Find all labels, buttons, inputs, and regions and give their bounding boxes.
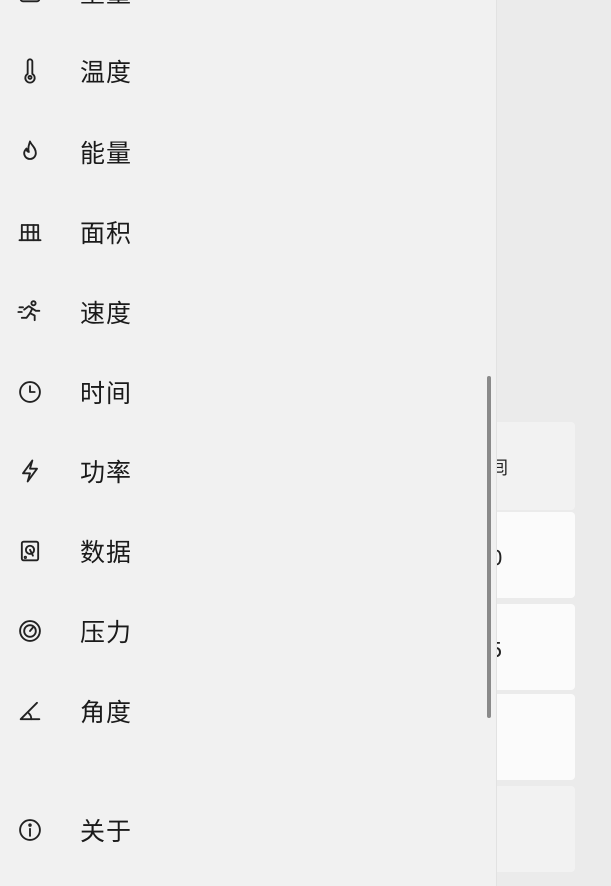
weight-icon <box>15 0 45 7</box>
nav-item-label: 功率 <box>80 458 133 487</box>
nav-item-label: 压力 <box>80 618 133 647</box>
nav-item-area[interactable]: 面积 <box>0 192 480 272</box>
nav-item-label: 速度 <box>80 299 133 328</box>
angle-icon <box>15 696 45 726</box>
area-grid-icon <box>15 217 45 247</box>
nav-item-about[interactable]: 关于 <box>0 790 480 870</box>
nav-item-label: 面积 <box>80 219 133 248</box>
nav-item-angle[interactable]: 角度 <box>0 671 480 751</box>
clock-icon <box>15 377 45 407</box>
nav-item-label: 数据 <box>80 538 133 567</box>
converter-app-window: 囘 0 5 . 重量 温度 <box>0 0 611 886</box>
nav-scrollbar[interactable] <box>487 376 491 718</box>
nav-item-label: 能量 <box>80 139 133 168</box>
nav-item-power[interactable]: 功率 <box>0 431 480 511</box>
nav-item-time[interactable]: 时间 <box>0 352 480 432</box>
nav-item-label: 温度 <box>80 58 133 87</box>
nav-item-weight[interactable]: 重量 <box>0 0 480 32</box>
nav-item-energy[interactable]: 能量 <box>0 112 480 192</box>
nav-item-label: 角度 <box>80 698 133 727</box>
nav-item-label: 关于 <box>80 817 133 846</box>
nav-item-label: 时间 <box>80 379 133 408</box>
info-icon <box>15 815 45 845</box>
thermometer-icon <box>15 56 45 86</box>
navigation-pane: 重量 温度 能量 面积 速度 <box>0 0 496 886</box>
lightning-icon <box>15 456 45 486</box>
nav-item-data[interactable]: 数据 <box>0 511 480 591</box>
nav-item-speed[interactable]: 速度 <box>0 272 480 352</box>
nav-item-pressure[interactable]: 压力 <box>0 591 480 671</box>
hard-drive-icon <box>15 536 45 566</box>
flame-icon <box>15 137 45 167</box>
gauge-icon <box>15 616 45 646</box>
nav-item-label: 重量 <box>80 0 132 10</box>
nav-item-temperature[interactable]: 温度 <box>0 31 480 111</box>
running-icon <box>15 297 45 327</box>
